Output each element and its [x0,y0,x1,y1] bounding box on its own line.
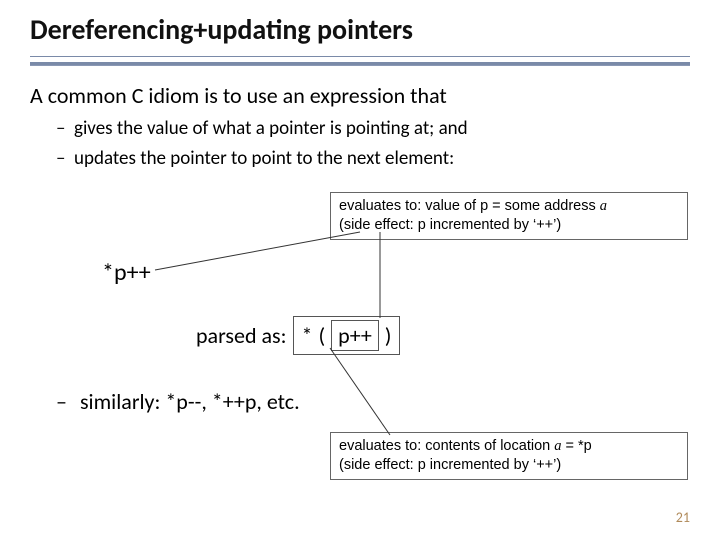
callout-line: (side effect: p incremented by ‘++’) [339,456,679,475]
page-number: 21 [676,509,690,526]
intro-text: A common C idiom is to use an expression… [30,82,690,109]
parsed-label: parsed as: [196,322,287,349]
callout-top: evaluates to: value of p = some address … [330,192,688,240]
dash-icon: – [56,146,74,172]
parse-box-inner: p++ [331,320,379,351]
callout-text: = *p [561,438,591,454]
parse-box-outer: * ( p++ ) [293,316,401,355]
star-token: * [302,322,313,349]
callout-bottom: evaluates to: contents of location a = *… [330,432,688,480]
parsed-as: parsed as: * ( p++ ) [196,316,400,355]
callout-line: evaluates to: value of p = some address … [339,197,679,216]
callout-line: evaluates to: contents of location a = *… [339,437,679,456]
bullet-item: – updates the pointer to point to the ne… [56,146,666,172]
title-underline [30,56,690,65]
callout-text: evaluates to: contents of location [339,438,554,454]
slide-title: Dereferencing+updating pointers [30,12,413,47]
rparen-token: ) [385,322,392,349]
dash-icon: – [56,388,67,415]
callout-text: evaluates to: value of p = some address [339,198,600,214]
similarly-line: – similarly: *p--, *++p, etc. [56,388,300,415]
title-underline-thin [30,65,690,66]
slide: Dereferencing+updating pointers A common… [0,0,720,540]
var-a: a [600,198,607,214]
bullet-text: updates the pointer to point to the next… [74,146,454,172]
callout-line: (side effect: p incremented by ‘++’) [339,216,679,235]
expression-main: *p++ [102,258,151,287]
lparen-token: ( [318,322,325,349]
similarly-text: similarly: *p--, *++p, etc. [80,388,300,415]
bullet-list: – gives the value of what a pointer is p… [56,116,666,175]
dash-icon: – [56,116,74,142]
bullet-item: – gives the value of what a pointer is p… [56,116,666,142]
bullet-text: gives the value of what a pointer is poi… [74,116,468,142]
